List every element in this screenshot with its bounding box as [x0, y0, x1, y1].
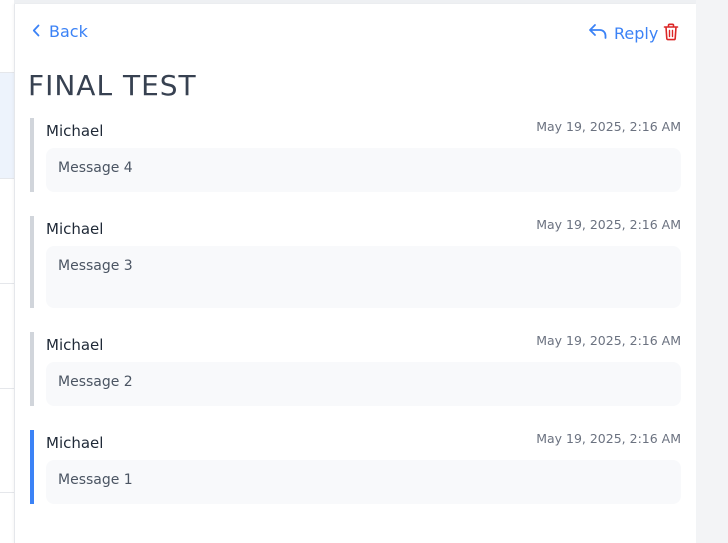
thread-message: Michael May 19, 2025, 2:16 AM Message 2	[30, 332, 681, 406]
reply-button[interactable]: Reply	[588, 22, 658, 44]
message-sender: Michael	[46, 122, 104, 140]
right-gutter	[696, 0, 728, 543]
background-divider	[0, 492, 14, 493]
background-divider	[0, 72, 14, 73]
message-sender: Michael	[46, 220, 104, 238]
message-date: May 19, 2025, 2:16 AM	[536, 119, 681, 134]
reply-label: Reply	[614, 23, 659, 43]
trash-icon	[663, 23, 679, 45]
background-message-list	[0, 0, 14, 543]
background-divider	[0, 388, 14, 389]
detail-toolbar: Back Reply	[15, 4, 696, 62]
message-body: Message 3	[46, 246, 681, 308]
message-body: Message 1	[46, 460, 681, 504]
message-sender: Michael	[46, 336, 104, 354]
message-date: May 19, 2025, 2:16 AM	[536, 431, 681, 446]
back-label: Back	[49, 22, 88, 41]
thread-message: Michael May 19, 2025, 2:16 AM Message 3	[30, 216, 681, 308]
thread-message: Michael May 19, 2025, 2:16 AM Message 4	[30, 118, 681, 192]
reply-arrow-icon	[588, 22, 614, 44]
message-body: Message 4	[46, 148, 681, 192]
background-divider	[0, 178, 14, 179]
chevron-left-icon	[32, 22, 49, 41]
message-detail-panel: Back Reply FINAL TEST Michael May 19, 20…	[14, 4, 696, 543]
background-selected-row	[0, 72, 14, 178]
message-body: Message 2	[46, 362, 681, 406]
message-sender: Michael	[46, 434, 104, 452]
delete-button[interactable]	[663, 23, 679, 45]
background-divider	[0, 283, 14, 284]
thread-subject: FINAL TEST	[28, 69, 197, 102]
message-date: May 19, 2025, 2:16 AM	[536, 217, 681, 232]
message-date: May 19, 2025, 2:16 AM	[536, 333, 681, 348]
thread-message-latest: Michael May 19, 2025, 2:16 AM Message 1	[30, 430, 681, 504]
back-button[interactable]: Back	[32, 22, 88, 41]
